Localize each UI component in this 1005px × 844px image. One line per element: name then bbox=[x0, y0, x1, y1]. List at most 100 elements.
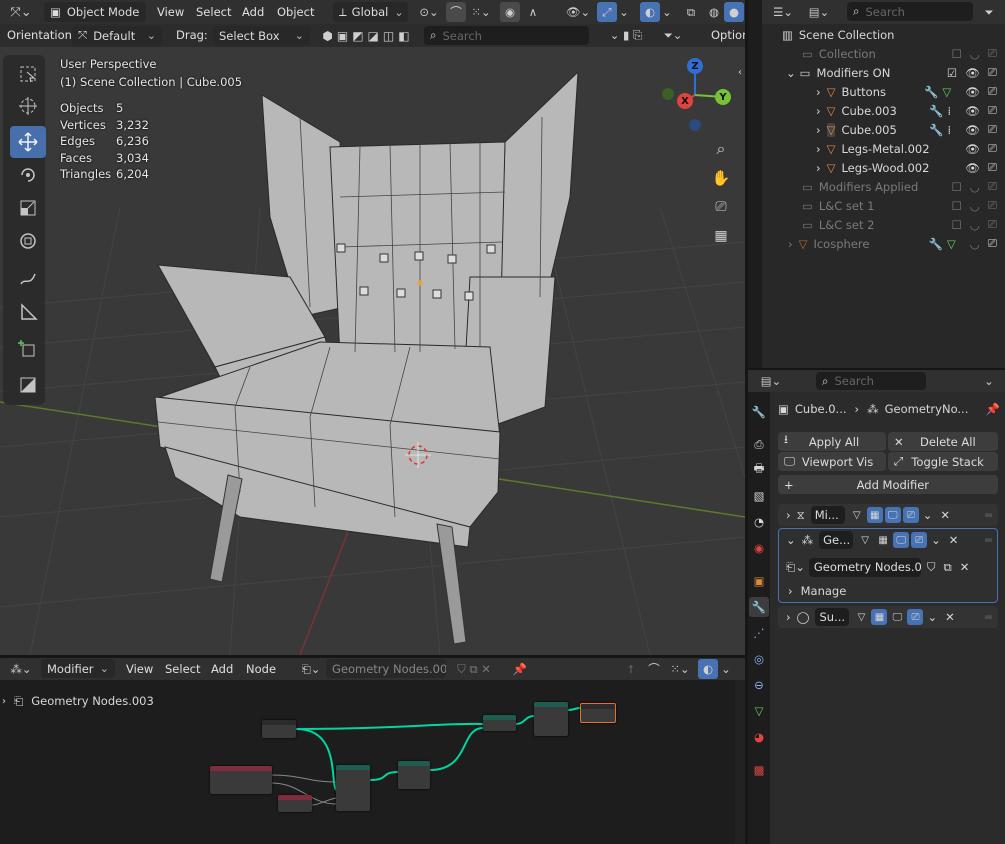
node-menu-select[interactable]: Select bbox=[165, 662, 200, 676]
sidebar-arrow-icon[interactable]: › bbox=[2, 696, 6, 707]
camera-icon[interactable]: ⎚ bbox=[988, 160, 997, 175]
node-distribute[interactable] bbox=[336, 765, 370, 811]
menu-object[interactable]: Object bbox=[277, 5, 314, 19]
drag-handle-icon[interactable]: ═ bbox=[985, 508, 992, 522]
outliner-row-lc-set-1[interactable]: ▭ L&C set 1 ☐ ◡ ⎚ bbox=[772, 196, 1005, 215]
node-editor-type-icon[interactable]: ⁂⌄ bbox=[6, 659, 36, 679]
viewport-vis-button[interactable]: 🖵 Viewport Vis bbox=[778, 452, 886, 471]
visibility-icon[interactable]: 👁⌄ bbox=[564, 2, 592, 22]
on-cage-icon[interactable]: ▽ bbox=[853, 609, 869, 625]
eye-icon[interactable]: 👁 bbox=[965, 142, 980, 156]
expand-arrow-icon[interactable]: › bbox=[816, 85, 821, 99]
gizmo-x-label[interactable]: X bbox=[677, 93, 693, 109]
manage-subpanel[interactable]: › Manage bbox=[788, 582, 988, 600]
node-instance[interactable] bbox=[398, 761, 430, 789]
scale-tool-icon[interactable] bbox=[10, 192, 46, 224]
pin-icon[interactable]: 📌 bbox=[986, 402, 1000, 416]
xray-icon[interactable]: ⧉ bbox=[681, 2, 701, 22]
render-icon[interactable]: ⎚ bbox=[988, 179, 997, 194]
shading-wireframe-icon[interactable]: ◍ bbox=[705, 2, 723, 22]
outliner-row-modifiers-on[interactable]: ⌄ ▭ Modifiers ON ☑ 👁 ⎚ bbox=[772, 63, 1005, 82]
node-field[interactable] bbox=[210, 766, 272, 794]
modifier-name-field[interactable]: Su... bbox=[815, 608, 850, 626]
menu-add[interactable]: Add bbox=[242, 5, 264, 19]
output-tab-icon[interactable]: 🖶 bbox=[749, 460, 769, 480]
render-icon[interactable]: ⎚ bbox=[988, 198, 997, 213]
expand-arrow-icon[interactable]: ⌄ bbox=[786, 66, 796, 80]
measure-tool-icon[interactable] bbox=[10, 296, 46, 328]
camera-icon[interactable]: ⎚ bbox=[988, 84, 997, 99]
render-toggle-icon[interactable]: ⎚ bbox=[902, 507, 919, 523]
rotate-tool-icon[interactable] bbox=[10, 159, 46, 191]
delete-all-button[interactable]: ✕ Delete All bbox=[888, 432, 998, 451]
camera-icon[interactable]: ⎚ bbox=[988, 122, 997, 137]
node-menu-node[interactable]: Node bbox=[246, 662, 276, 676]
node-group-field[interactable]: Geometry Nodes.0... bbox=[808, 557, 921, 577]
drag-handle-icon[interactable]: ═ bbox=[985, 610, 992, 624]
camera-icon[interactable]: ⎚ bbox=[988, 103, 997, 118]
modifier-menu-icon[interactable]: ⌄ bbox=[927, 610, 937, 624]
camera-icon[interactable]: ⎚ bbox=[988, 141, 997, 156]
gizmo-y-label[interactable]: Y bbox=[715, 89, 731, 105]
physics-tab-icon[interactable]: ◎ bbox=[749, 649, 769, 669]
outliner-row-lc-set-2[interactable]: ▭ L&C set 2 ☐ ◡ ⎚ bbox=[772, 215, 1005, 234]
realtime-icon[interactable]: 🖵 bbox=[893, 532, 910, 548]
editor-type-3d-icon[interactable]: ⤧⌄ bbox=[6, 2, 36, 22]
eye-icon[interactable]: 👁 bbox=[965, 161, 980, 175]
drag-dropdown[interactable]: Select Box bbox=[213, 26, 310, 45]
realtime-icon[interactable]: 🖵 bbox=[884, 507, 901, 523]
hide-icon[interactable]: ◡ bbox=[970, 180, 980, 194]
parent-tree-icon[interactable]: ⭡ bbox=[621, 659, 641, 679]
outliner-row-legs-wood[interactable]: › ▽ Legs-Wood.002 👁 ⎚ bbox=[772, 158, 1005, 177]
drag-handle-icon[interactable]: ═ bbox=[985, 533, 992, 547]
hide-icon[interactable]: ◡ bbox=[970, 237, 980, 251]
pivot-icon[interactable]: ⊙⌄ bbox=[414, 2, 444, 22]
node-tree-browse-icon[interactable]: ⎗⌄ bbox=[298, 659, 324, 679]
select-mode-icons[interactable]: ⬢▣◩◪◫◧ bbox=[313, 26, 423, 45]
bookmark-icon[interactable]: ⌄ ▮ ⎘ bbox=[596, 26, 656, 45]
gizmo-options-icon[interactable]: ⌄ bbox=[618, 2, 630, 22]
object-tab-icon[interactable]: ▣ bbox=[749, 571, 769, 591]
outliner-row-legs-metal[interactable]: › ▽ Legs-Metal.002 👁 ⎚ bbox=[772, 139, 1005, 158]
realtime-icon[interactable]: 🖵 bbox=[889, 609, 905, 625]
hide-icon[interactable]: ◡ bbox=[970, 199, 980, 213]
node-tree-name-field[interactable]: Geometry Nodes.003 bbox=[326, 659, 446, 678]
editmode-icon[interactable]: ▦ bbox=[871, 609, 888, 625]
duplicate-icon[interactable]: ⧉ bbox=[943, 560, 951, 575]
outliner-row-cube-003[interactable]: › ▽ Cube.003 🔧 ⁞ 👁 ⎚ bbox=[772, 101, 1005, 120]
add-modifier-button[interactable]: + Add Modifier bbox=[778, 475, 998, 494]
expand-arrow-icon[interactable]: › bbox=[816, 142, 821, 156]
viewport[interactable]: User Perspective (1) Scene Collection | … bbox=[0, 47, 745, 655]
outliner-row-scene-collection[interactable]: ▥ Scene Collection bbox=[772, 25, 1005, 44]
constraints-tab-icon[interactable]: ⊖ bbox=[749, 675, 769, 695]
outliner-row-icosphere[interactable]: › ▽ Icosphere 🔧 ▽ ◡ ⎚ bbox=[772, 234, 1005, 253]
gizmo-z-label[interactable]: Z bbox=[687, 58, 703, 74]
expand-arrow-icon[interactable]: › bbox=[786, 610, 791, 624]
editmode-icon[interactable]: ▦ bbox=[875, 532, 891, 548]
menu-view[interactable]: View bbox=[157, 5, 184, 19]
outliner-editor-type-icon[interactable]: ☰⌄ bbox=[768, 2, 798, 22]
menu-select[interactable]: Select bbox=[196, 5, 231, 19]
add-cube-tool-icon[interactable] bbox=[10, 333, 46, 365]
fake-user-shield-icon[interactable]: ⛉ bbox=[927, 560, 936, 575]
expand-arrow-icon[interactable]: › bbox=[788, 237, 793, 251]
outliner-row-buttons[interactable]: › ▽ Buttons 🔧 ▽ 👁 ⎚ bbox=[772, 82, 1005, 101]
render-icon[interactable]: ⎚ bbox=[988, 46, 997, 61]
modifier-mirror-header[interactable]: › ⧖ Mi... ▽ ▦ 🖵 ⎚ ⌄ ✕ ═ bbox=[778, 504, 998, 526]
expand-arrow-icon[interactable]: › bbox=[786, 508, 791, 522]
outliner-filter-icon[interactable]: ⏷ bbox=[977, 2, 1001, 22]
options-menu[interactable]: Option bbox=[711, 28, 749, 42]
remove-modifier-icon[interactable]: ✕ bbox=[949, 533, 959, 547]
tool-tab-icon[interactable]: 🔧 bbox=[749, 402, 769, 422]
snap-target-icon[interactable]: ⁙⌄ bbox=[468, 2, 494, 22]
camera-icon[interactable]: ⎚ bbox=[988, 65, 997, 80]
on-cage-icon[interactable]: ▽ bbox=[857, 532, 873, 548]
particles-tab-icon[interactable]: ⋰ bbox=[749, 623, 769, 643]
view-layer-tab-icon[interactable]: ▧ bbox=[749, 486, 769, 506]
collapse-arrow-icon[interactable]: ⌄ bbox=[786, 533, 796, 547]
display-mode-icon[interactable]: ▤⌄ bbox=[804, 2, 834, 22]
render-icon[interactable]: ⎚ bbox=[988, 217, 997, 232]
world-tab-icon[interactable]: ◉ bbox=[749, 538, 769, 558]
move-tool-icon[interactable] bbox=[10, 126, 46, 158]
expand-arrow-icon[interactable]: › bbox=[816, 104, 821, 118]
